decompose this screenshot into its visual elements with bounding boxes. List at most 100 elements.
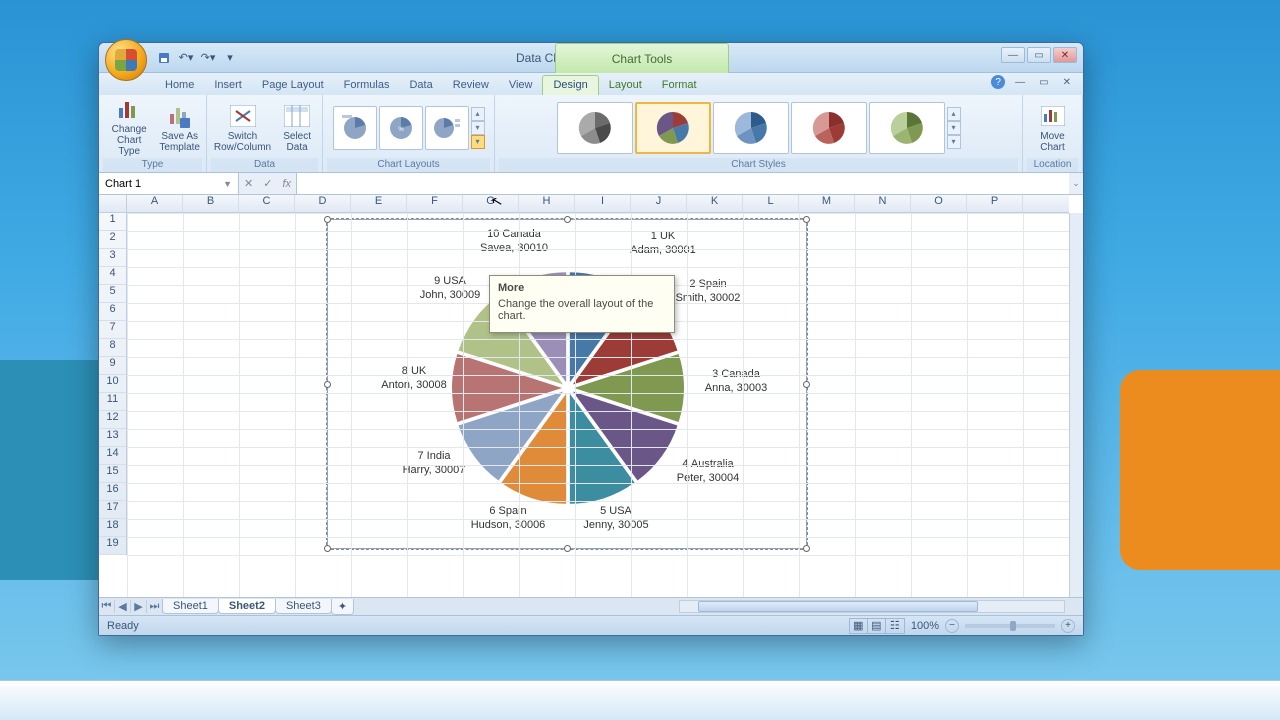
enter-formula[interactable]: ✓ (258, 177, 277, 190)
row-header[interactable]: 4 (99, 267, 126, 285)
row-header[interactable]: 9 (99, 357, 126, 375)
sheet-tab-sheet2[interactable]: Sheet2 (218, 599, 276, 614)
row-header[interactable]: 18 (99, 519, 126, 537)
row-header[interactable]: 11 (99, 393, 126, 411)
sheet-nav-first[interactable]: ⏮ (99, 600, 115, 613)
gallery-scroll-down[interactable]: ▾ (947, 121, 961, 135)
row-header[interactable]: 15 (99, 465, 126, 483)
row-header[interactable]: 13 (99, 429, 126, 447)
mdi-restore[interactable]: ▭ (1035, 77, 1052, 88)
zoom-out-button[interactable]: − (945, 619, 959, 633)
column-header[interactable]: M (799, 195, 855, 212)
sheet-tab-sheet1[interactable]: Sheet1 (162, 599, 219, 614)
column-header[interactable]: C (239, 195, 295, 212)
zoom-slider[interactable] (965, 624, 1055, 628)
new-sheet-button[interactable]: ✦ (331, 599, 354, 615)
close-button[interactable]: ✕ (1053, 47, 1077, 63)
office-button[interactable] (105, 39, 147, 81)
name-box[interactable]: Chart 1▼ (99, 173, 239, 194)
fx-button[interactable]: fx (277, 178, 296, 190)
select-all-corner[interactable] (99, 195, 127, 212)
chart-style-option[interactable] (635, 102, 711, 154)
mdi-minimize[interactable]: — (1011, 77, 1029, 88)
gallery-scroll-up[interactable]: ▴ (471, 107, 485, 121)
page-break-view-button[interactable]: ☷ (886, 619, 904, 633)
page-layout-view-button[interactable]: ▤ (868, 619, 886, 633)
row-header[interactable]: 5 (99, 285, 126, 303)
column-header[interactable]: H (519, 195, 575, 212)
column-header[interactable]: N (855, 195, 911, 212)
sheet-nav-last[interactable]: ⏭ (147, 600, 163, 613)
mdi-close[interactable]: ✕ (1059, 77, 1075, 88)
tab-layout[interactable]: Layout (599, 76, 652, 95)
column-header[interactable]: E (351, 195, 407, 212)
tab-design[interactable]: Design (542, 75, 598, 95)
chart-layout-option[interactable] (425, 106, 469, 150)
tab-format[interactable]: Format (652, 76, 707, 95)
column-header[interactable]: P (967, 195, 1023, 212)
sheet-nav-next[interactable]: ▶ (131, 600, 147, 613)
row-header[interactable]: 6 (99, 303, 126, 321)
row-header[interactable]: 3 (99, 249, 126, 267)
gallery-more-button[interactable]: ▾ (947, 135, 961, 149)
column-header[interactable]: L (743, 195, 799, 212)
row-header[interactable]: 10 (99, 375, 126, 393)
chart-layout-option[interactable]: % (379, 106, 423, 150)
zoom-level[interactable]: 100% (911, 620, 939, 632)
gallery-scroll-down[interactable]: ▾ (471, 121, 485, 135)
chart-style-option[interactable] (557, 102, 633, 154)
chart-layout-option[interactable] (333, 106, 377, 150)
tab-formulas[interactable]: Formulas (334, 76, 400, 95)
formula-input[interactable] (297, 173, 1069, 194)
change-chart-type-button[interactable]: Change Chart Type (103, 98, 155, 158)
zoom-in-button[interactable]: + (1061, 619, 1075, 633)
row-header[interactable]: 12 (99, 411, 126, 429)
sheet-nav-prev[interactable]: ◀ (115, 600, 131, 613)
sheet-tab-sheet3[interactable]: Sheet3 (275, 599, 332, 614)
embedded-chart[interactable]: 1 UKAdam, 300012 SpainSmith, 300023 Cana… (327, 219, 807, 549)
undo-button[interactable]: ↶▾ (177, 49, 195, 67)
chart-style-option[interactable] (791, 102, 867, 154)
qat-customize[interactable]: ▾ (221, 49, 239, 67)
row-header[interactable]: 7 (99, 321, 126, 339)
tab-review[interactable]: Review (443, 76, 499, 95)
switch-row-column-button[interactable]: Switch Row/Column (211, 98, 274, 158)
horizontal-scrollbar[interactable] (679, 600, 1065, 613)
gallery-scroll-up[interactable]: ▴ (947, 107, 961, 121)
maximize-button[interactable]: ▭ (1027, 47, 1051, 63)
row-header[interactable]: 8 (99, 339, 126, 357)
column-header[interactable]: F (407, 195, 463, 212)
vertical-scrollbar[interactable] (1069, 213, 1083, 597)
column-header[interactable]: A (127, 195, 183, 212)
column-header[interactable]: B (183, 195, 239, 212)
save-as-template-button[interactable]: Save As Template (157, 98, 202, 158)
normal-view-button[interactable]: ▦ (850, 619, 868, 633)
column-header[interactable]: O (911, 195, 967, 212)
row-header[interactable]: 17 (99, 501, 126, 519)
row-header[interactable]: 19 (99, 537, 126, 555)
windows-taskbar[interactable] (0, 680, 1280, 720)
move-chart-button[interactable]: Move Chart (1032, 98, 1074, 158)
cancel-formula[interactable]: ✕ (239, 177, 258, 190)
save-button[interactable] (155, 49, 173, 67)
tab-page-layout[interactable]: Page Layout (252, 76, 334, 95)
redo-button[interactable]: ↷▾ (199, 49, 217, 67)
tab-view[interactable]: View (499, 76, 543, 95)
tab-insert[interactable]: Insert (204, 76, 252, 95)
minimize-button[interactable]: — (1001, 47, 1025, 63)
row-header[interactable]: 14 (99, 447, 126, 465)
column-header[interactable]: K (687, 195, 743, 212)
row-header[interactable]: 2 (99, 231, 126, 249)
column-header[interactable]: I (575, 195, 631, 212)
help-button[interactable]: ? (991, 75, 1005, 89)
tab-home[interactable]: Home (155, 76, 204, 95)
chart-style-option[interactable] (869, 102, 945, 154)
expand-formula-bar[interactable]: ⌄ (1069, 178, 1083, 189)
row-header[interactable]: 1 (99, 213, 126, 231)
select-data-button[interactable]: Select Data (276, 98, 318, 158)
tab-data[interactable]: Data (399, 76, 442, 95)
worksheet-grid[interactable]: ABCDEFGHIJKLMNOP 12345678910111213141516… (99, 195, 1083, 597)
row-header[interactable]: 16 (99, 483, 126, 501)
chart-style-option[interactable] (713, 102, 789, 154)
column-header[interactable]: J (631, 195, 687, 212)
